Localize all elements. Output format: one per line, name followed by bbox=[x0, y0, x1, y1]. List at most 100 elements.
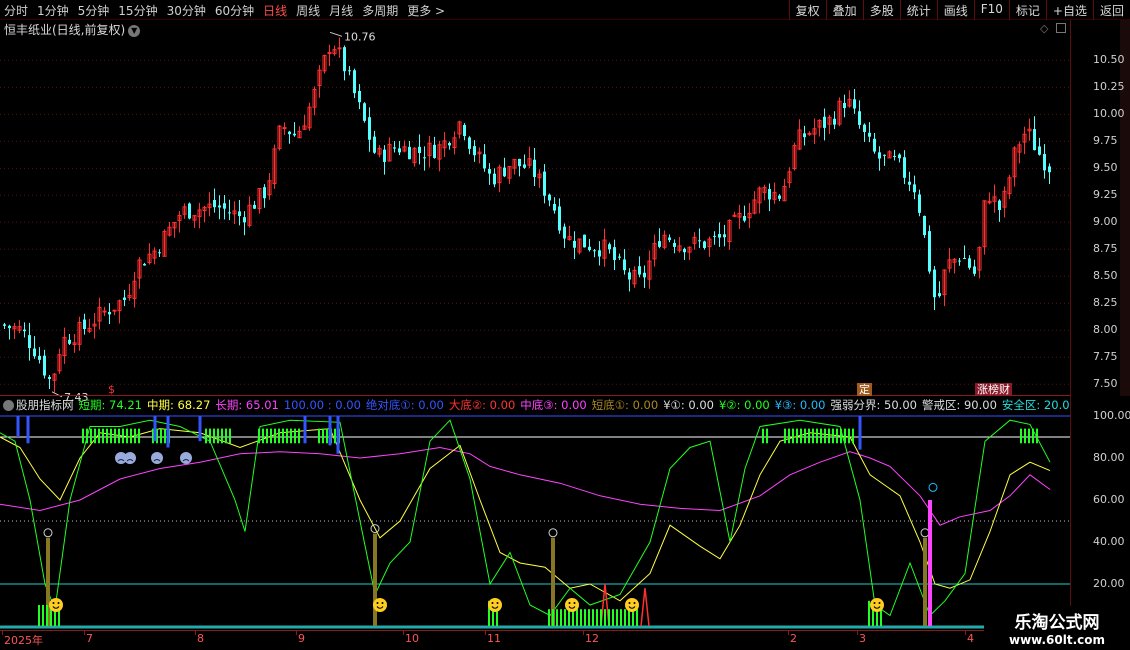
candle-body-down bbox=[393, 147, 396, 149]
smiley-icon bbox=[565, 598, 579, 612]
smiley-eye bbox=[376, 602, 379, 604]
candle-body-down bbox=[598, 250, 601, 257]
indicator-value-12: 警戒区: 90.00 bbox=[921, 398, 997, 412]
time-axis: 2025年 7 8 9 10 11 12 2 3 4 bbox=[0, 630, 1070, 650]
top-bar bbox=[784, 428, 786, 444]
price-tick: 10.50 bbox=[1093, 53, 1125, 67]
candle-body-down bbox=[38, 355, 41, 360]
candle-body-down bbox=[833, 118, 836, 125]
top-bar bbox=[229, 428, 231, 444]
bottom-bar bbox=[612, 609, 614, 626]
indicator-value-9: ¥②: 0.00 bbox=[718, 398, 770, 412]
top-bar bbox=[209, 428, 211, 444]
top-bar bbox=[832, 428, 834, 444]
candle-body-down bbox=[523, 164, 526, 168]
bottom-bar bbox=[596, 609, 598, 626]
candle-body-down bbox=[913, 184, 916, 193]
bottom-bar bbox=[46, 605, 48, 626]
candle-body-down bbox=[883, 154, 886, 156]
candle-body-down bbox=[1038, 146, 1041, 155]
indicator-tick: 60.00 bbox=[1093, 493, 1125, 506]
time-label: 2 bbox=[790, 632, 797, 645]
time-tick bbox=[788, 631, 789, 635]
time-label: 2025年 bbox=[4, 634, 43, 647]
sad-face-icon bbox=[124, 452, 136, 464]
price-tick: 8.75 bbox=[1093, 242, 1118, 256]
smiley-icon bbox=[373, 598, 387, 612]
smiley-eye bbox=[496, 602, 499, 604]
time-tick bbox=[485, 631, 486, 635]
candle-body-down bbox=[48, 376, 51, 379]
bottom-bar bbox=[584, 609, 586, 626]
candle-body-down bbox=[3, 324, 6, 326]
action-button-8[interactable]: 返回 bbox=[1092, 0, 1130, 20]
candle-body-down bbox=[483, 154, 486, 169]
bottom-bar bbox=[38, 605, 40, 626]
candle-body-down bbox=[213, 200, 216, 208]
side-scroll-strip[interactable] bbox=[1120, 20, 1130, 396]
top-bar bbox=[114, 428, 116, 444]
time-label: 9 bbox=[298, 632, 305, 645]
candle-body-down bbox=[903, 157, 906, 178]
candle-body-down bbox=[33, 348, 36, 357]
watermark-url: www.60lt.com bbox=[1008, 633, 1106, 647]
candle-body-down bbox=[803, 133, 806, 138]
top-bar bbox=[86, 428, 88, 444]
time-tick bbox=[857, 631, 858, 635]
candle-body-down bbox=[973, 266, 976, 274]
top-bar bbox=[820, 428, 822, 444]
top-bar bbox=[766, 428, 768, 444]
ding-tag[interactable]: 定 bbox=[857, 383, 872, 396]
chart-canvas[interactable]: 10.767.43 bbox=[0, 0, 1070, 650]
top-bar bbox=[808, 428, 810, 444]
candle-body-down bbox=[423, 157, 426, 159]
candle-body-down bbox=[923, 215, 926, 236]
top-bar bbox=[840, 428, 842, 444]
top-bar bbox=[205, 428, 207, 444]
candle-body-down bbox=[468, 137, 471, 149]
candle-body-down bbox=[878, 152, 881, 159]
top-bar bbox=[286, 428, 288, 444]
indicator-value-1: 中期: 68.27 bbox=[146, 398, 211, 412]
candle-body-down bbox=[363, 103, 366, 121]
time-label: 8 bbox=[197, 632, 204, 645]
candle-body-down bbox=[723, 234, 726, 238]
candle-body-down bbox=[28, 335, 31, 349]
candle-body-down bbox=[228, 212, 231, 214]
candle-body-down bbox=[23, 329, 26, 332]
candle-body-down bbox=[613, 247, 616, 260]
top-bar bbox=[852, 428, 854, 444]
candle-body-down bbox=[1048, 166, 1051, 173]
candle-body-up bbox=[102, 310, 107, 313]
short-line bbox=[0, 419, 1051, 617]
candle-body-down bbox=[123, 297, 126, 300]
candle-body-down bbox=[593, 250, 596, 252]
indicator-value-2: 长期: 65.01 bbox=[215, 398, 279, 412]
cai-tag[interactable]: $ bbox=[106, 383, 117, 396]
bottom-bar bbox=[560, 609, 562, 626]
top-bar bbox=[110, 428, 112, 444]
top-bar bbox=[792, 428, 794, 444]
candle-body-down bbox=[1043, 154, 1046, 171]
candle-body-down bbox=[543, 171, 546, 196]
candle-body-down bbox=[463, 124, 466, 136]
indicator-menu-icon[interactable] bbox=[3, 400, 14, 411]
top-bar bbox=[126, 428, 128, 444]
price-tick: 10.25 bbox=[1093, 80, 1125, 94]
candle-body-down bbox=[858, 111, 861, 125]
bottom-bar bbox=[600, 609, 602, 626]
sad-face-icon bbox=[180, 452, 192, 464]
candle-body-down bbox=[583, 234, 586, 248]
price-tick: 10.00 bbox=[1093, 107, 1125, 121]
indicator-name[interactable]: 股朋指标网 bbox=[16, 398, 74, 412]
candle-body-down bbox=[573, 240, 576, 248]
time-label: 10 bbox=[405, 632, 419, 645]
candle-body-down bbox=[638, 266, 641, 275]
candle-body-down bbox=[253, 204, 256, 209]
candle-body-down bbox=[873, 138, 876, 152]
high-marker bbox=[329, 31, 343, 37]
marker-1-icon bbox=[548, 528, 558, 538]
watermark-title: 乐淘公式网 bbox=[1014, 613, 1100, 633]
zhangbang-tag[interactable]: 涨榜财 bbox=[975, 383, 1012, 396]
top-bar bbox=[824, 428, 826, 444]
